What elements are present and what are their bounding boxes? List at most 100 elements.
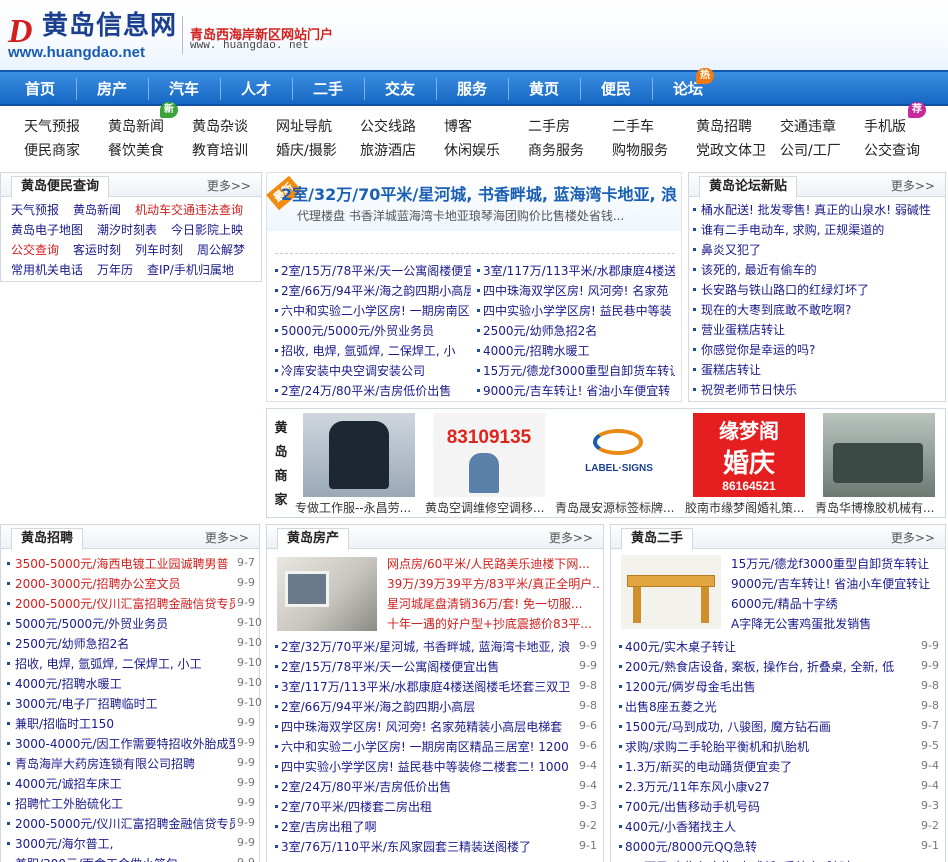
second-hand-link[interactable]: 1.3万/新买的电动踊货便宜卖了 <box>625 758 915 775</box>
job-link[interactable]: 2000-5000元/仪川汇富招聘金融信贷专员 <box>15 815 235 832</box>
job-link[interactable]: 3000元/电子厂招聘临时工 <box>15 695 235 712</box>
quick-link[interactable]: 潮汐时刻表 <box>97 221 157 238</box>
subnav-link[interactable]: 黄岛招聘 <box>696 116 752 136</box>
nav-item[interactable]: 便民 <box>584 72 648 106</box>
subnav-link[interactable]: 二手车 <box>612 116 654 136</box>
merchant-caption[interactable]: 专做工作服--永昌劳... <box>295 499 423 516</box>
featured-link[interactable]: 四中珠海双学区房! 风河旁! 名家苑 <box>483 282 675 299</box>
house-link[interactable]: 2室/15万/78平米/天一公寓阁楼便宜出售 <box>281 658 575 675</box>
second-hand-top-link[interactable]: 15万元/德龙f3000重型自卸货车转让 <box>731 555 941 572</box>
merchant-thumbnail[interactable]: 缘梦阁 婚庆 86164521 <box>693 413 805 497</box>
subnav-link[interactable]: 手机版 <box>864 116 906 136</box>
nav-item[interactable]: 汽车 <box>152 72 216 106</box>
job-link[interactable]: 招收, 电焊, 氩弧焊, 二保焊工, 小工 <box>15 655 235 672</box>
featured-link[interactable]: 15万元/德龙f3000重型自卸货车转让 <box>483 362 675 379</box>
subnav-link[interactable]: 休闲娱乐 <box>444 140 500 160</box>
job-link[interactable]: 5000元/5000元/外贸业务员 <box>15 615 235 632</box>
subnav-link[interactable]: 公司/工厂 <box>780 140 841 160</box>
quick-link[interactable]: 今日影院上映 <box>171 221 243 238</box>
quick-link[interactable]: 公交查询 <box>11 241 59 258</box>
merchant-caption[interactable]: 黄岛空调维修空调移... <box>425 499 553 516</box>
merchant-thumbnail[interactable]: LABEL·SIGNS <box>563 413 675 497</box>
quick-link[interactable]: 查IP/手机归属地 <box>147 261 234 278</box>
house-top-link[interactable]: 网点房/60平米/人民路美乐迪楼下网... <box>387 555 599 572</box>
nav-item[interactable]: 首页 <box>8 72 72 106</box>
merchant-caption[interactable]: 青岛晟安源标签标牌... <box>555 499 683 516</box>
job-link[interactable]: 青岛海岸大药房连锁有限公司招聘 <box>15 755 235 772</box>
quick-link[interactable]: 黄岛电子地图 <box>11 221 83 238</box>
more-link[interactable]: 更多>> <box>891 177 935 194</box>
second-hand-top-link[interactable]: 6000元/精品十字绣 <box>731 595 941 612</box>
subnav-link[interactable]: 商务服务 <box>528 140 584 160</box>
second-hand-link[interactable]: 200元/熟食店设备, 案板, 操作台, 折叠桌, 全新, 低 <box>625 658 915 675</box>
subnav-link[interactable]: 婚庆/摄影 <box>276 140 337 160</box>
featured-link[interactable]: 2室/24万/80平米/吉房低价出售 <box>281 382 471 399</box>
subnav-link[interactable]: 二手房 <box>528 116 570 136</box>
featured-link[interactable]: 六中和实验二小学区房! 一期房南区 <box>281 302 471 319</box>
job-link[interactable]: 兼职/300元/面食工会做小笼包 <box>15 855 235 862</box>
nav-item[interactable]: 交友 <box>368 72 432 106</box>
featured-link[interactable]: 四中实验小学学区房! 益民巷中等装 <box>483 302 675 319</box>
subnav-link[interactable]: 教育培训 <box>192 140 248 160</box>
forum-post-link[interactable]: 蛋糕店转让 <box>701 361 943 378</box>
merchant-thumbnail[interactable]: 83109135 <box>433 413 545 497</box>
house-link[interactable]: 四中实验小学学区房! 益民巷中等装修二楼套二! 1000 <box>281 758 575 775</box>
second-hand-link[interactable]: 求购/求购二手轮胎平衡机和扒胎机 <box>625 738 915 755</box>
house-link[interactable]: 3室/117万/113平米/水郡康庭4楼送阁楼毛坯套三双卫 <box>281 678 575 695</box>
quick-link[interactable]: 客运时刻 <box>73 241 121 258</box>
house-link[interactable]: 2室/66万/94平米/海之韵四期小高层 <box>281 698 575 715</box>
job-link[interactable]: 2000-5000元/仪川汇富招聘金融信贷专员 <box>15 595 235 612</box>
house-link[interactable]: 六中和实验二小学区房! 一期房南区精品三居室! 1200 <box>281 738 575 755</box>
featured-subline[interactable]: 代理楼盘 书香洋城蓝海湾卡地亚琅琴海团购价比售楼处省钱... <box>297 207 677 224</box>
house-link[interactable]: 2室/70平米/四楼套二房出租 <box>281 798 575 815</box>
more-link[interactable]: 更多>> <box>207 177 251 194</box>
quick-link[interactable]: 常用机关电话 <box>11 261 83 278</box>
featured-link[interactable]: 2室/15万/78平米/天一公寓阁楼便宜 <box>281 262 471 279</box>
subnav-link[interactable]: 网址导航 <box>276 116 332 136</box>
second-hand-link[interactable]: 1200元/俩岁母金毛出售 <box>625 678 915 695</box>
forum-post-link[interactable]: 谁有二手电动车, 求购, 正规渠道的 <box>701 221 943 238</box>
job-link[interactable]: 2500元/幼师急招2名 <box>15 635 235 652</box>
house-link[interactable]: 2室/24万/80平米/吉房低价出售 <box>281 778 575 795</box>
second-hand-top-link[interactable]: A字降无公害鸡蛋批发销售 <box>731 615 941 632</box>
subnav-link[interactable]: 旅游酒店 <box>360 140 416 160</box>
quick-link[interactable]: 天气预报 <box>11 201 59 218</box>
featured-link[interactable]: 9000元/吉车转让! 省油小车便宜转 <box>483 382 675 399</box>
more-link[interactable]: 更多>> <box>891 529 935 546</box>
house-thumbnail[interactable] <box>277 557 377 631</box>
second-hand-link[interactable]: 700元/出售移动手机号码 <box>625 798 915 815</box>
more-link[interactable]: 更多>> <box>205 529 249 546</box>
house-top-link[interactable]: 十年一遇的好户型+抄底震撼价83平... <box>387 615 599 632</box>
more-link[interactable]: 更多>> <box>549 529 593 546</box>
quick-link[interactable]: 万年历 <box>97 261 133 278</box>
second-hand-link[interactable]: 1500元/马到成功, 八骏图, 魔方钻石画 <box>625 718 915 735</box>
featured-headline[interactable]: 2室/32万/70平米/星河城, 书香畔城, 蓝海湾卡地亚, 浪 <box>281 181 679 205</box>
quick-link[interactable]: 黄岛新闻 <box>73 201 121 218</box>
second-hand-link[interactable]: 2.8万元/出售七座的, 九成新, 手续齐, 随时 <box>625 858 915 862</box>
second-hand-link[interactable]: 2.3万元/11年东风小康v27 <box>625 778 915 795</box>
job-link[interactable]: 2000-3000元/招聘办公室文员 <box>15 575 235 592</box>
job-link[interactable]: 4000元/诚招车床工 <box>15 775 235 792</box>
forum-post-link[interactable]: 祝贺老师节日快乐 <box>701 381 943 398</box>
merchant-caption[interactable]: 青岛华博橡胶机械有... <box>815 499 943 516</box>
featured-link[interactable]: 5000元/5000元/外贸业务员 <box>281 322 471 339</box>
subnav-link[interactable]: 博客 <box>444 116 472 136</box>
nav-item[interactable]: 人才 <box>224 72 288 106</box>
job-link[interactable]: 兼职/招临时工150 <box>15 715 235 732</box>
house-top-link[interactable]: 39万/39万39平方/83平米/真正全明户... <box>387 575 599 592</box>
featured-link[interactable]: 招收, 电焊, 氩弧焊, 二保焊工, 小 <box>281 342 471 359</box>
logo-url[interactable]: www.huangdao.net <box>8 44 145 62</box>
forum-post-link[interactable]: 你感觉你是幸运的吗? <box>701 341 943 358</box>
forum-post-link[interactable]: 长安路与铁山路口的红绿灯坏了 <box>701 281 943 298</box>
nav-item[interactable]: 黄页 <box>512 72 576 106</box>
featured-link[interactable]: 2500元/幼师急招2名 <box>483 322 675 339</box>
subnav-link[interactable]: 公交线路 <box>360 116 416 136</box>
forum-post-link[interactable]: 现在的大枣到底敢不敢吃啊? <box>701 301 943 318</box>
house-link[interactable]: 2室/吉房出租了啊 <box>281 818 575 835</box>
subnav-link[interactable]: 交通违章 <box>780 116 836 136</box>
merchant-thumbnail[interactable] <box>823 413 935 497</box>
subnav-link[interactable]: 公交查询 <box>864 140 920 160</box>
forum-post-link[interactable]: 该死的, 最近有偷车的 <box>701 261 943 278</box>
job-link[interactable]: 3000元/海尔普工, <box>15 835 235 852</box>
job-link[interactable]: 3000-4000元/因工作需要特招收外胎成型 <box>15 735 235 752</box>
